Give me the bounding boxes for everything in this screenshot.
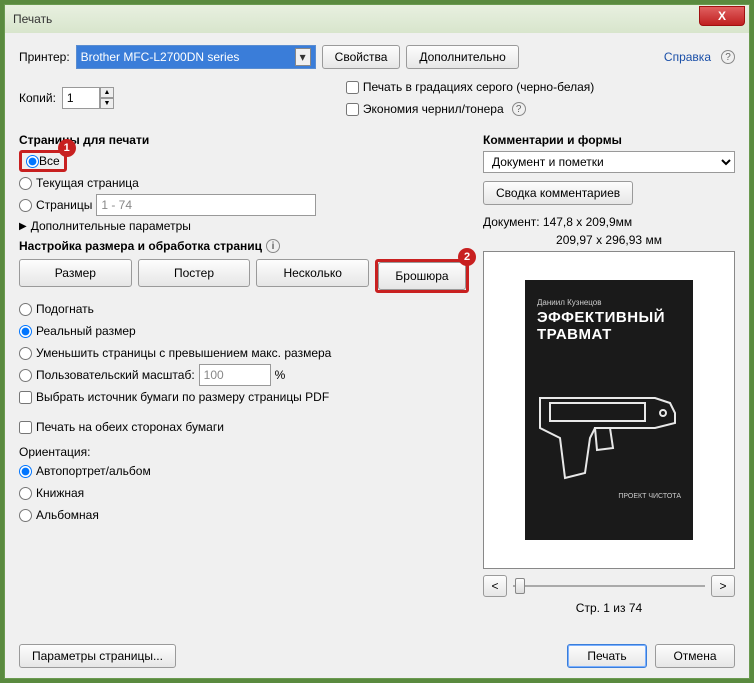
- custom-scale-radio[interactable]: [19, 369, 32, 382]
- actual-label: Реальный размер: [36, 324, 136, 338]
- custom-scale-unit: %: [275, 368, 286, 382]
- spinner-up-icon[interactable]: ▲: [100, 87, 114, 98]
- page-status: Стр. 1 из 74: [483, 601, 735, 615]
- tab-multiple[interactable]: Несколько: [256, 259, 369, 287]
- orientation-portrait-radio[interactable]: [19, 487, 32, 500]
- cancel-button[interactable]: Отмена: [655, 644, 735, 668]
- shrink-radio[interactable]: [19, 347, 32, 360]
- printer-label: Принтер:: [19, 50, 70, 64]
- fit-label: Подогнать: [36, 302, 94, 316]
- paper-size-label: 209,97 x 296,93 мм: [483, 233, 735, 247]
- prev-page-button[interactable]: <: [483, 575, 507, 597]
- close-button[interactable]: X: [699, 6, 745, 26]
- preview-author: Даниил Кузнецов: [537, 298, 681, 307]
- help-icon[interactable]: ?: [512, 102, 526, 116]
- preview-page: Даниил Кузнецов ЭФФЕКТИВНЫЙ ТРАВМАТ ПРОЕ: [525, 280, 693, 540]
- pages-range-radio[interactable]: [19, 199, 32, 212]
- help-link[interactable]: Справка: [664, 50, 711, 64]
- print-button[interactable]: Печать: [567, 644, 647, 668]
- more-options-label: Дополнительные параметры: [31, 219, 191, 233]
- pages-range-label: Страницы: [36, 198, 92, 212]
- chevron-down-icon: ▾: [295, 48, 311, 66]
- orientation-label: Ориентация:: [19, 445, 469, 459]
- pages-current-radio[interactable]: [19, 177, 32, 190]
- comments-select[interactable]: Документ и пометки: [483, 151, 735, 173]
- pages-section-title: Страницы для печати: [19, 133, 469, 147]
- annotation-1: 1: [58, 139, 76, 157]
- doc-size-label: Документ: 147,8 x 209,9мм: [483, 215, 735, 229]
- next-page-button[interactable]: >: [711, 575, 735, 597]
- properties-button[interactable]: Свойства: [322, 45, 401, 69]
- slider-thumb-icon[interactable]: [515, 578, 525, 594]
- comments-title: Комментарии и формы: [483, 133, 735, 147]
- help-icon[interactable]: i: [266, 239, 280, 253]
- summary-button[interactable]: Сводка комментариев: [483, 181, 633, 205]
- tab-poster[interactable]: Постер: [138, 259, 251, 287]
- pages-range-input[interactable]: [96, 194, 316, 216]
- page-setup-button[interactable]: Параметры страницы...: [19, 644, 176, 668]
- copies-input[interactable]: [62, 87, 100, 109]
- choose-source-label: Выбрать источник бумаги по размеру стран…: [36, 390, 329, 404]
- save-ink-checkbox[interactable]: [346, 103, 359, 116]
- size-section-title: Настройка размера и обработка страниц: [19, 239, 262, 253]
- custom-scale-input[interactable]: [199, 364, 271, 386]
- choose-source-checkbox[interactable]: [19, 391, 32, 404]
- print-preview: Даниил Кузнецов ЭФФЕКТИВНЫЙ ТРАВМАТ ПРОЕ: [483, 251, 735, 569]
- tab-booklet[interactable]: Брошюра: [378, 262, 466, 290]
- pages-all-label: Все: [39, 154, 60, 168]
- orientation-landscape-label: Альбомная: [36, 508, 99, 522]
- more-options-toggle[interactable]: ▶ Дополнительные параметры: [19, 219, 469, 233]
- page-slider[interactable]: [513, 575, 705, 597]
- duplex-label: Печать на обеих сторонах бумаги: [36, 420, 224, 434]
- annotation-2: 2: [458, 248, 476, 266]
- preview-project: ПРОЕКТ ЧИСТОТА: [618, 493, 681, 500]
- printer-select[interactable]: Brother MFC-L2700DN series ▾: [76, 45, 316, 69]
- printer-selected: Brother MFC-L2700DN series: [81, 50, 240, 64]
- gun-icon: [535, 378, 685, 488]
- copies-label: Копий:: [19, 91, 56, 105]
- save-ink-label: Экономия чернил/тонера: [363, 102, 504, 116]
- advanced-button[interactable]: Дополнительно: [406, 45, 518, 69]
- orientation-auto-label: Автопортрет/альбом: [36, 464, 151, 478]
- orientation-portrait-label: Книжная: [36, 486, 84, 500]
- pages-all-radio[interactable]: [26, 155, 39, 168]
- help-icon[interactable]: ?: [721, 50, 735, 64]
- grayscale-label: Печать в градациях серого (черно-белая): [363, 80, 594, 94]
- spinner-down-icon[interactable]: ▼: [100, 98, 114, 109]
- tab-size[interactable]: Размер: [19, 259, 132, 287]
- orientation-landscape-radio[interactable]: [19, 509, 32, 522]
- preview-title-1: ЭФФЕКТИВНЫЙ: [537, 309, 681, 326]
- copies-spinner[interactable]: ▲ ▼: [62, 87, 114, 109]
- window-title: Печать: [13, 12, 52, 26]
- shrink-label: Уменьшить страницы с превышением макс. р…: [36, 346, 331, 360]
- orientation-auto-radio[interactable]: [19, 465, 32, 478]
- custom-scale-label: Пользовательский масштаб:: [36, 368, 195, 382]
- triangle-right-icon: ▶: [19, 221, 27, 232]
- duplex-checkbox[interactable]: [19, 421, 32, 434]
- pages-current-label: Текущая страница: [36, 176, 139, 190]
- preview-title-2: ТРАВМАТ: [537, 326, 681, 343]
- actual-radio[interactable]: [19, 325, 32, 338]
- fit-radio[interactable]: [19, 303, 32, 316]
- grayscale-checkbox[interactable]: [346, 81, 359, 94]
